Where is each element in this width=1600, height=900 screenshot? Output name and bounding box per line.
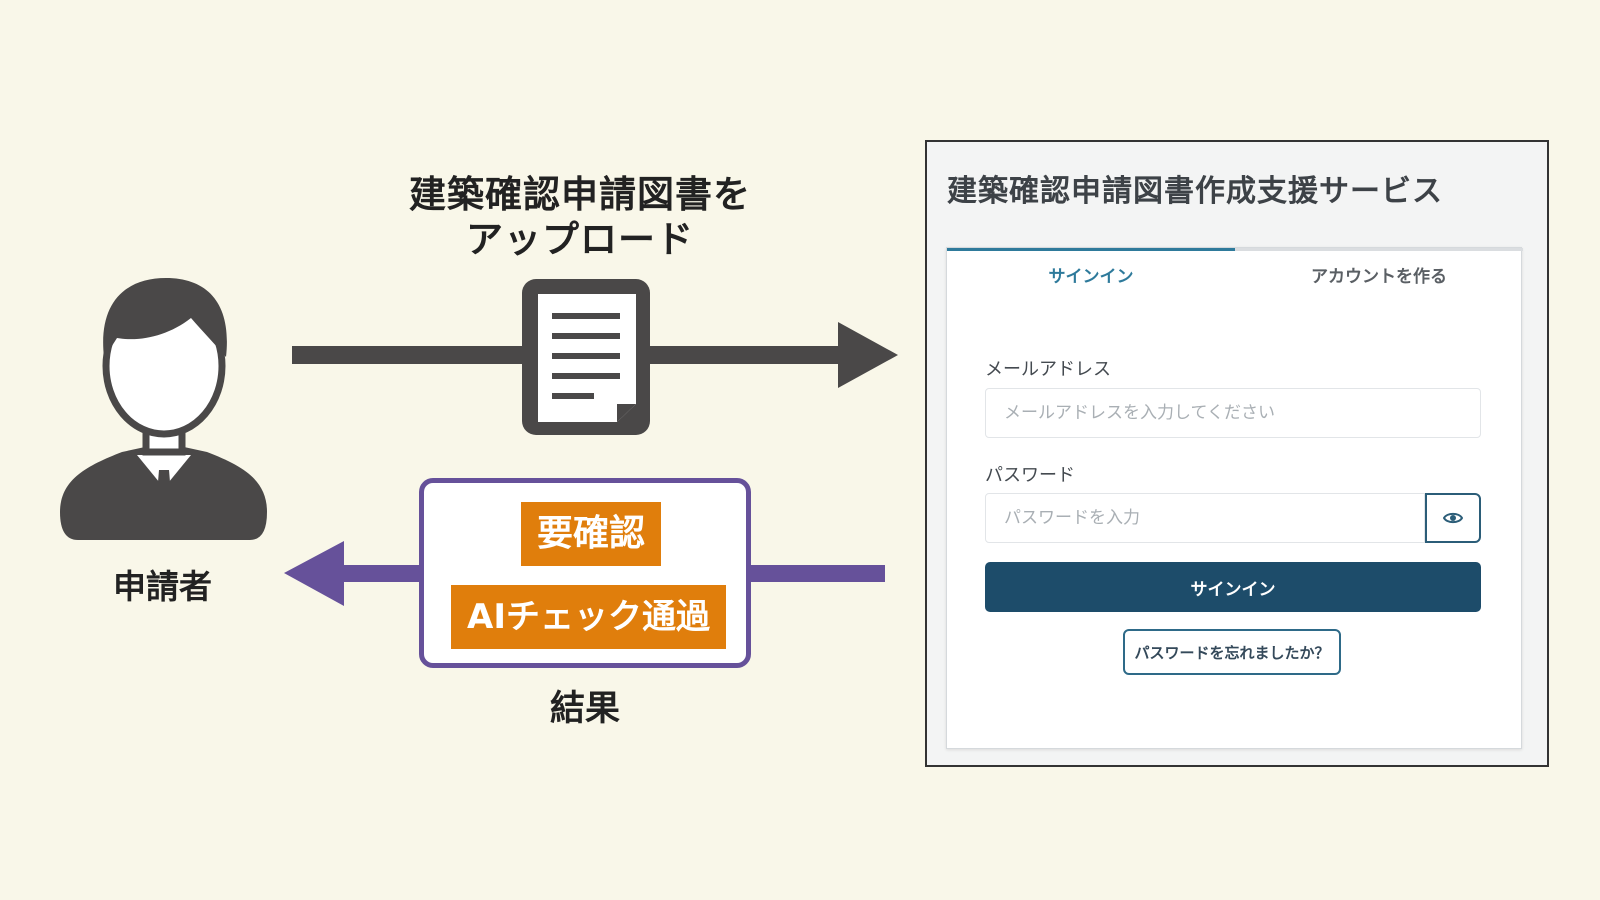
ai-check-passed-badge: AIチェック通過 xyxy=(451,585,726,649)
login-card: サインイン アカウントを作る メールアドレス パスワード サインイン パスワード… xyxy=(946,247,1523,749)
service-title: 建築確認申請図書作成支援サービス xyxy=(947,174,1443,209)
needs-check-badge: 要確認 xyxy=(521,502,661,566)
email-field[interactable] xyxy=(985,388,1481,438)
login-screenshot-panel: 建築確認申請図書作成支援サービス サインイン アカウントを作る メールアドレス … xyxy=(925,140,1549,767)
password-field[interactable] xyxy=(985,493,1425,543)
show-password-button[interactable] xyxy=(1425,493,1481,543)
password-label: パスワード xyxy=(985,465,1075,486)
document-icon xyxy=(522,279,650,435)
email-label: メールアドレス xyxy=(985,359,1111,380)
result-label: 結果 xyxy=(549,689,620,729)
tab-signin[interactable]: サインイン xyxy=(947,248,1235,300)
applicant-label: 申請者 xyxy=(113,567,212,606)
signin-button[interactable]: サインイン xyxy=(985,562,1481,612)
upload-caption-line2: アップロード xyxy=(466,218,694,261)
tab-create-account[interactable]: アカウントを作る xyxy=(1235,248,1523,300)
upload-caption: 建築確認申請図書を アップロード xyxy=(370,172,790,262)
eye-icon xyxy=(1443,512,1463,524)
upload-caption-line1: 建築確認申請図書を xyxy=(409,173,751,216)
person-in-suit-icon xyxy=(60,278,267,540)
forgot-password-button[interactable]: パスワードを忘れましたか？ xyxy=(1123,629,1341,675)
result-box: 要確認 AIチェック通過 xyxy=(419,478,751,668)
